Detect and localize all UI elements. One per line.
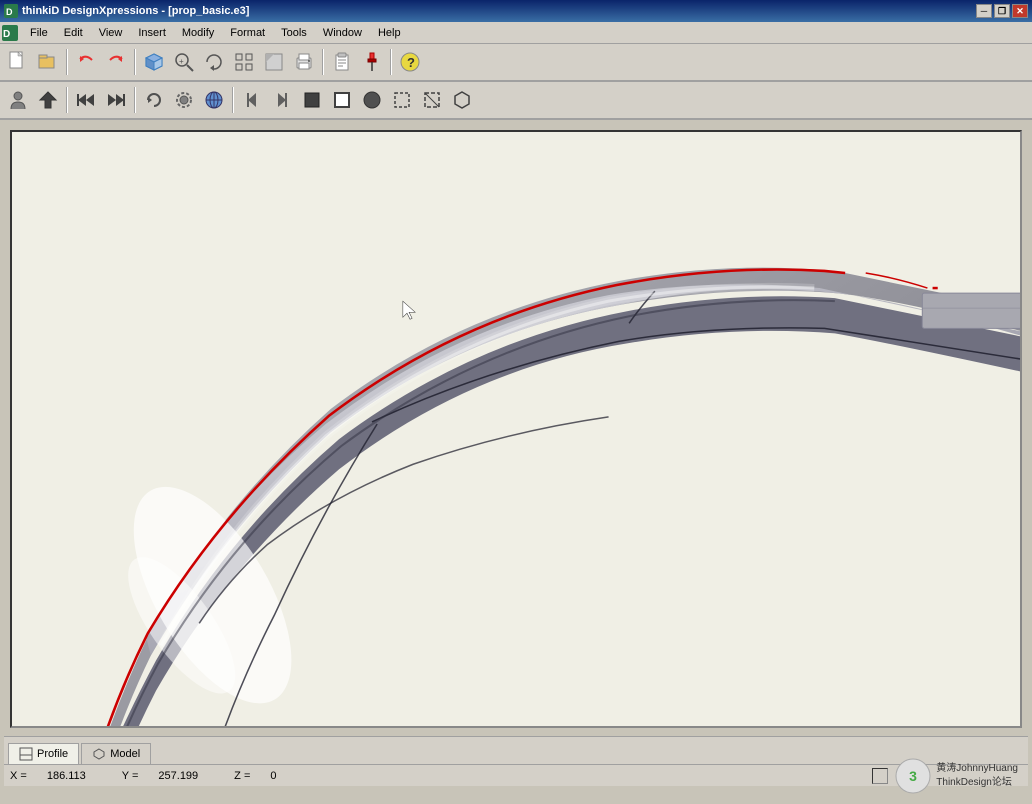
status-x-value: 186.113: [47, 770, 86, 782]
shade-btn[interactable]: [260, 48, 288, 76]
help-btn[interactable]: ?: [396, 48, 424, 76]
tab-profile[interactable]: Profile: [8, 743, 79, 764]
half-box-btn[interactable]: [418, 86, 446, 114]
svg-text:+: +: [179, 57, 184, 66]
menu-bar: D File Edit View Insert Modify Format To…: [0, 22, 1032, 44]
3d-view-btn[interactable]: [140, 48, 168, 76]
logo-line2: ThinkDesign论坛: [936, 776, 1018, 790]
new-btn[interactable]: [4, 48, 32, 76]
status-bar: X = 186.113 Y = 257.199 Z = 0 3: [4, 764, 1028, 786]
menu-view[interactable]: View: [91, 25, 131, 41]
forward-btn[interactable]: [102, 86, 130, 114]
logo-text: 黄涛JohnnyHuang ThinkDesign论坛: [936, 762, 1018, 790]
app-close-btn[interactable]: ✕: [1012, 4, 1028, 18]
model-tab-icon: [92, 747, 106, 761]
redo-btn[interactable]: [102, 48, 130, 76]
print-btn[interactable]: [290, 48, 318, 76]
menu-insert[interactable]: Insert: [130, 25, 174, 41]
clipboard-btn[interactable]: [328, 48, 356, 76]
sep2: [134, 49, 136, 75]
status-y-value: 257.199: [158, 770, 198, 782]
app-restore-btn[interactable]: ❐: [994, 4, 1010, 18]
open-btn[interactable]: [34, 48, 62, 76]
settings-btn[interactable]: [170, 86, 198, 114]
status-y-label: Y =: [122, 770, 139, 782]
solid-box-btn[interactable]: [298, 86, 326, 114]
bottom-panel: Profile Model X = 186.113 Y = 257.199 Z …: [4, 736, 1028, 786]
profile-view-btn[interactable]: [4, 86, 32, 114]
3d-viewport-svg: [12, 132, 1020, 726]
svg-text:D: D: [3, 29, 10, 40]
logo-area: 3 黄涛JohnnyHuang ThinkDesign论坛: [894, 757, 1018, 795]
menu-edit[interactable]: Edit: [56, 25, 91, 41]
logo-line1: 黄涛JohnnyHuang: [936, 762, 1018, 776]
outline-box-btn[interactable]: [328, 86, 356, 114]
sep4: [390, 49, 392, 75]
main-viewport[interactable]: [10, 130, 1022, 728]
menu-file[interactable]: File: [22, 25, 56, 41]
circle-btn[interactable]: [358, 86, 386, 114]
status-z-value: 0: [270, 770, 276, 782]
toolbar-main: +: [0, 44, 1032, 82]
title-bar-controls: ─ ❐ ✕: [976, 4, 1028, 18]
tab-model-label: Model: [110, 748, 140, 760]
app-window: D thinkiD DesignXpressions - [prop_basic…: [0, 0, 1032, 804]
app-minimize-btn[interactable]: ─: [976, 4, 992, 18]
hex-btn[interactable]: [448, 86, 476, 114]
pin-btn[interactable]: [358, 48, 386, 76]
zoom-btn[interactable]: +: [170, 48, 198, 76]
svg-text:3: 3: [909, 768, 917, 784]
grid-btn[interactable]: [230, 48, 258, 76]
tab-model[interactable]: Model: [81, 743, 151, 764]
content-area: Profile Model X = 186.113 Y = 257.199 Z …: [0, 120, 1032, 804]
dotted-box-btn[interactable]: [388, 86, 416, 114]
logo-ball: 3: [894, 757, 932, 795]
globe-btn[interactable]: [200, 86, 228, 114]
menu-window[interactable]: Window: [315, 25, 370, 41]
svg-text:?: ?: [407, 55, 415, 70]
rewind-btn[interactable]: [72, 86, 100, 114]
profile-tab-icon: [19, 747, 33, 761]
arrow-btn[interactable]: [34, 86, 62, 114]
status-indicator: [872, 768, 888, 784]
title-text: thinkiD DesignXpressions - [prop_basic.e…: [22, 5, 249, 17]
app-icon: D: [4, 4, 18, 18]
status-bar-right: 3 黄涛JohnnyHuang ThinkDesign论坛: [872, 757, 1022, 795]
menu-modify[interactable]: Modify: [174, 25, 222, 41]
sep7: [232, 87, 234, 113]
title-bar: D thinkiD DesignXpressions - [prop_basic…: [0, 0, 1032, 22]
menu-format[interactable]: Format: [222, 25, 273, 41]
toolbar-secondary: [0, 82, 1032, 120]
status-x-label: X =: [10, 770, 27, 782]
sep3: [322, 49, 324, 75]
view-left-btn[interactable]: [238, 86, 266, 114]
sep5: [66, 87, 68, 113]
sep1: [66, 49, 68, 75]
status-z-label: Z =: [234, 770, 250, 782]
menu-help[interactable]: Help: [370, 25, 409, 41]
refresh-btn[interactable]: [140, 86, 168, 114]
title-bar-left: D thinkiD DesignXpressions - [prop_basic…: [4, 4, 249, 18]
rotate-btn[interactable]: [200, 48, 228, 76]
tab-profile-label: Profile: [37, 748, 68, 760]
view-right-btn[interactable]: [268, 86, 296, 114]
sep6: [134, 87, 136, 113]
menu-tools[interactable]: Tools: [273, 25, 315, 41]
undo-btn[interactable]: [72, 48, 100, 76]
svg-text:D: D: [6, 7, 13, 17]
